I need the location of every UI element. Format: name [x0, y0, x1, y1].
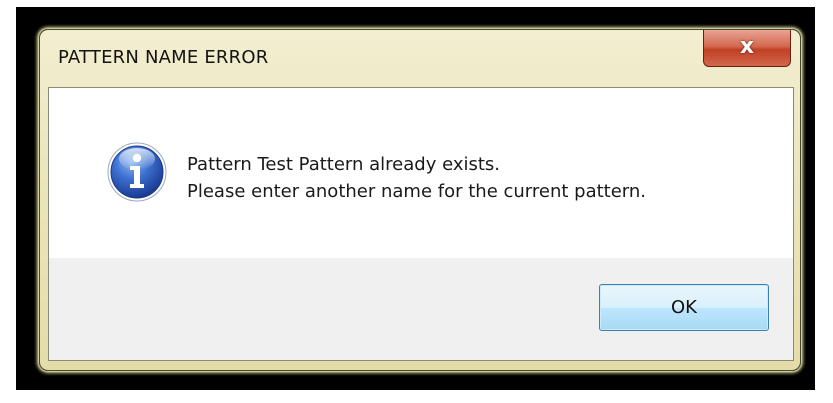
dialog-title: PATTERN NAME ERROR — [58, 47, 269, 68]
message-line-2: Please enter another name for the curren… — [187, 181, 646, 202]
information-icon — [107, 142, 167, 202]
close-icon: x — [739, 34, 755, 59]
ok-button[interactable]: OK — [599, 284, 769, 331]
message-text: Pattern Test Pattern already exists. Ple… — [187, 151, 646, 205]
message-line-1: Pattern Test Pattern already exists. — [187, 154, 501, 175]
message-panel: Pattern Test Pattern already exists. Ple… — [49, 88, 793, 258]
close-button[interactable]: x — [703, 30, 791, 67]
dialog-client-area: Pattern Test Pattern already exists. Ple… — [48, 87, 794, 361]
error-dialog: PATTERN NAME ERROR x Pattern Test Patter… — [39, 29, 801, 371]
